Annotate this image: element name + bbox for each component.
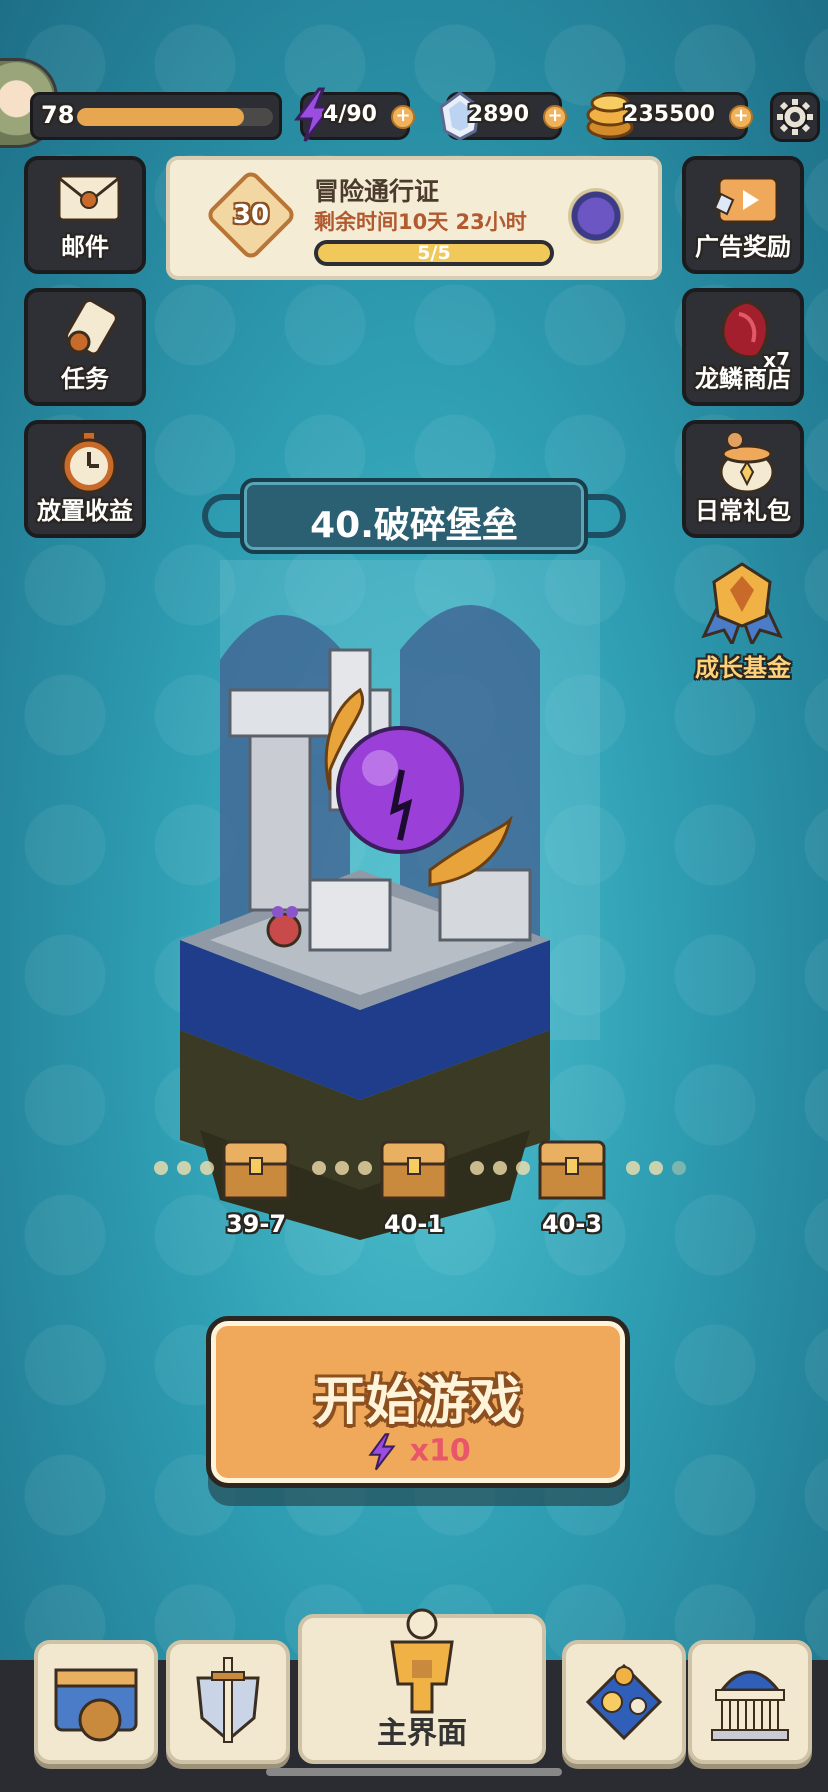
nav-main-screen-button[interactable]: 主界面 xyxy=(298,1608,546,1764)
start-game-button[interactable]: 开始游戏 x10 xyxy=(206,1316,630,1488)
chest-icon[interactable] xyxy=(536,1132,608,1202)
pass-progress-text: 5/5 xyxy=(417,242,451,264)
mail-label: 邮件 xyxy=(61,233,109,261)
growth-fund-label: 成长基金 xyxy=(695,654,791,682)
lightning-icon xyxy=(368,1433,396,1471)
pass-progress-bar: 5/5 xyxy=(314,240,554,266)
scroll-icon xyxy=(65,298,118,356)
tv-icon xyxy=(713,176,779,224)
daily-pack-button[interactable]: 日常礼包 xyxy=(682,420,804,538)
pass-emblem-icon[interactable] xyxy=(568,188,624,244)
progress-dots xyxy=(312,1160,381,1176)
nav-inventory-button[interactable] xyxy=(34,1640,158,1764)
xp-progress-fill xyxy=(77,108,244,126)
adventure-pass-card[interactable]: 30 冒险通行证 剩余时间10天 23小时 5/5 xyxy=(166,156,662,280)
growth-fund-button[interactable]: 成长基金 xyxy=(682,560,804,682)
energy-value: 4/90 xyxy=(323,102,377,127)
chest-label: 40-1 xyxy=(383,1210,445,1238)
coin-counter[interactable]: 235500 + xyxy=(586,92,753,140)
quest-button[interactable]: 任务 xyxy=(24,288,146,406)
medal-icon xyxy=(701,562,783,644)
start-cost-value: x10 xyxy=(409,1433,471,1469)
idle-reward-label: 放置收益 xyxy=(37,497,133,525)
idle-reward-button[interactable]: 放置收益 xyxy=(24,420,146,538)
start-game-label: 开始游戏 xyxy=(313,1372,522,1432)
chest-icon xyxy=(54,1668,138,1742)
gem-counter[interactable]: 2890 + xyxy=(439,91,567,141)
quest-label: 任务 xyxy=(61,365,109,393)
talent-icon xyxy=(585,1663,663,1741)
xp-progress-track xyxy=(77,108,273,126)
gem-add-button[interactable]: + xyxy=(543,105,567,129)
nav-main-label: 主界面 xyxy=(377,1716,467,1751)
gear-icon xyxy=(777,99,813,135)
progress-dots xyxy=(626,1160,695,1176)
daily-pack-label: 日常礼包 xyxy=(695,497,791,525)
start-cost: x10 xyxy=(211,1429,625,1475)
pass-title: 冒险通行证 xyxy=(314,177,440,206)
energy-add-button[interactable]: + xyxy=(391,105,415,129)
nav-museum-button[interactable] xyxy=(688,1640,812,1764)
ad-reward-label: 广告奖励 xyxy=(695,233,791,261)
mail-icon xyxy=(57,174,121,222)
gift-pot-icon xyxy=(719,431,775,494)
player-level-bar: 78 xyxy=(30,92,282,140)
coin-value: 235500 xyxy=(623,102,715,127)
energy-counter[interactable]: 4/90 + xyxy=(294,87,415,142)
home-indicator[interactable] xyxy=(266,1768,562,1776)
chest-icon[interactable] xyxy=(378,1132,450,1202)
settings-button[interactable] xyxy=(770,92,820,142)
ad-reward-button[interactable]: 广告奖励 xyxy=(682,156,804,274)
pass-level-number: 30 xyxy=(232,200,270,230)
armor-icon xyxy=(390,1608,454,1714)
pass-remaining-time: 剩余时间10天 23小时 xyxy=(314,210,527,234)
mail-button[interactable]: 邮件 xyxy=(24,156,146,274)
chest-label: 39-7 xyxy=(225,1210,287,1238)
dragon-scale-shop-button[interactable]: x7 龙鳞商店 xyxy=(682,288,804,406)
progress-dots xyxy=(470,1160,539,1176)
gem-value: 2890 xyxy=(467,102,529,127)
museum-icon xyxy=(711,1670,789,1741)
dragon-scale-shop-label: 龙鳞商店 xyxy=(695,365,791,393)
progress-dots xyxy=(154,1160,223,1176)
coin-add-button[interactable]: + xyxy=(729,105,753,129)
sword-shield-icon xyxy=(196,1657,260,1743)
stopwatch-icon xyxy=(61,431,117,494)
chest-icon[interactable] xyxy=(220,1132,292,1202)
nav-equipment-button[interactable] xyxy=(166,1640,290,1764)
nav-talent-button[interactable] xyxy=(562,1640,686,1764)
player-level: 78 xyxy=(41,101,75,129)
chest-label: 40-3 xyxy=(541,1210,603,1238)
